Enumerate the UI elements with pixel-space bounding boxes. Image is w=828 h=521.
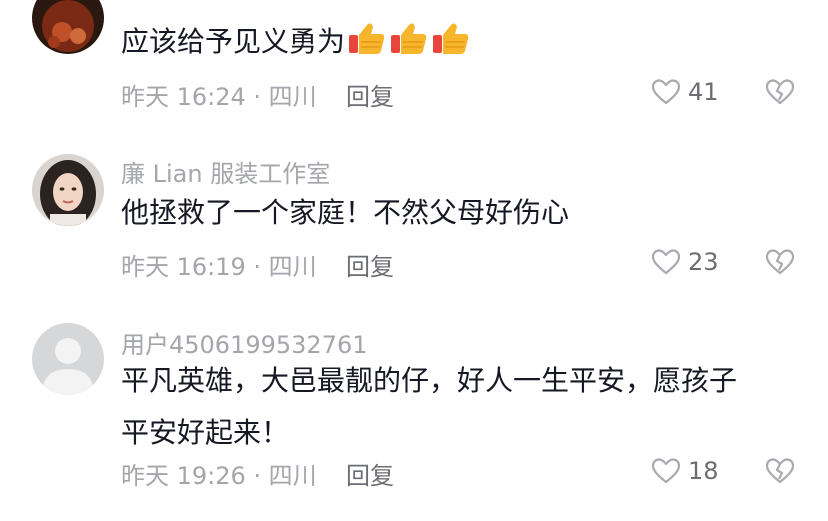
thumbs-up-icon bbox=[431, 21, 471, 74]
broken-heart-icon bbox=[765, 249, 795, 275]
comment-username[interactable]: 廉 Lian 服装工作室 bbox=[121, 154, 330, 189]
heart-icon bbox=[651, 249, 681, 275]
thumbs-up-icon bbox=[347, 21, 387, 74]
comment-text-line: 平安好起来！ bbox=[121, 416, 290, 449]
comment-meta: 昨天 16:24 · 四川 bbox=[121, 83, 317, 111]
avatar[interactable] bbox=[32, 0, 104, 54]
broken-heart-icon bbox=[765, 458, 795, 484]
dislike-button[interactable] bbox=[764, 455, 796, 487]
avatar[interactable] bbox=[32, 323, 104, 395]
thumbs-up-icon bbox=[389, 21, 429, 74]
comment-text-line: 平凡英雄，大邑最靓的仔，好人一生平安，愿孩子 bbox=[121, 364, 738, 397]
reply-button[interactable]: 回复 bbox=[346, 247, 394, 282]
dislike-button[interactable] bbox=[764, 76, 796, 108]
comment-text: 应该给予见义勇为 bbox=[121, 16, 801, 74]
comment-meta: 昨天 19:26 · 四川 bbox=[121, 462, 317, 490]
reply-button[interactable]: 回复 bbox=[346, 77, 394, 112]
like-button[interactable]: 41 bbox=[650, 76, 760, 108]
comment-text: 他拯救了一个家庭！不然父母好伤心 bbox=[121, 196, 570, 229]
like-button[interactable]: 18 bbox=[650, 455, 760, 487]
like-count: 18 bbox=[688, 457, 719, 485]
default-avatar-icon bbox=[32, 323, 104, 395]
like-count: 23 bbox=[688, 248, 719, 276]
heart-icon bbox=[651, 79, 681, 105]
dislike-button[interactable] bbox=[764, 246, 796, 278]
comment-text: 平凡英雄，大邑最靓的仔，好人一生平安，愿孩子 平安好起来！ bbox=[121, 355, 801, 459]
comment-text-body: 应该给予见义勇为 bbox=[121, 25, 346, 58]
avatar-image bbox=[32, 154, 104, 226]
like-button[interactable]: 23 bbox=[650, 246, 760, 278]
heart-icon bbox=[651, 458, 681, 484]
avatar-image bbox=[32, 0, 104, 54]
avatar[interactable] bbox=[32, 154, 104, 226]
broken-heart-icon bbox=[765, 79, 795, 105]
reply-button[interactable]: 回复 bbox=[346, 456, 394, 491]
like-count: 41 bbox=[688, 78, 719, 106]
comment-meta: 昨天 16:19 · 四川 bbox=[121, 253, 317, 281]
